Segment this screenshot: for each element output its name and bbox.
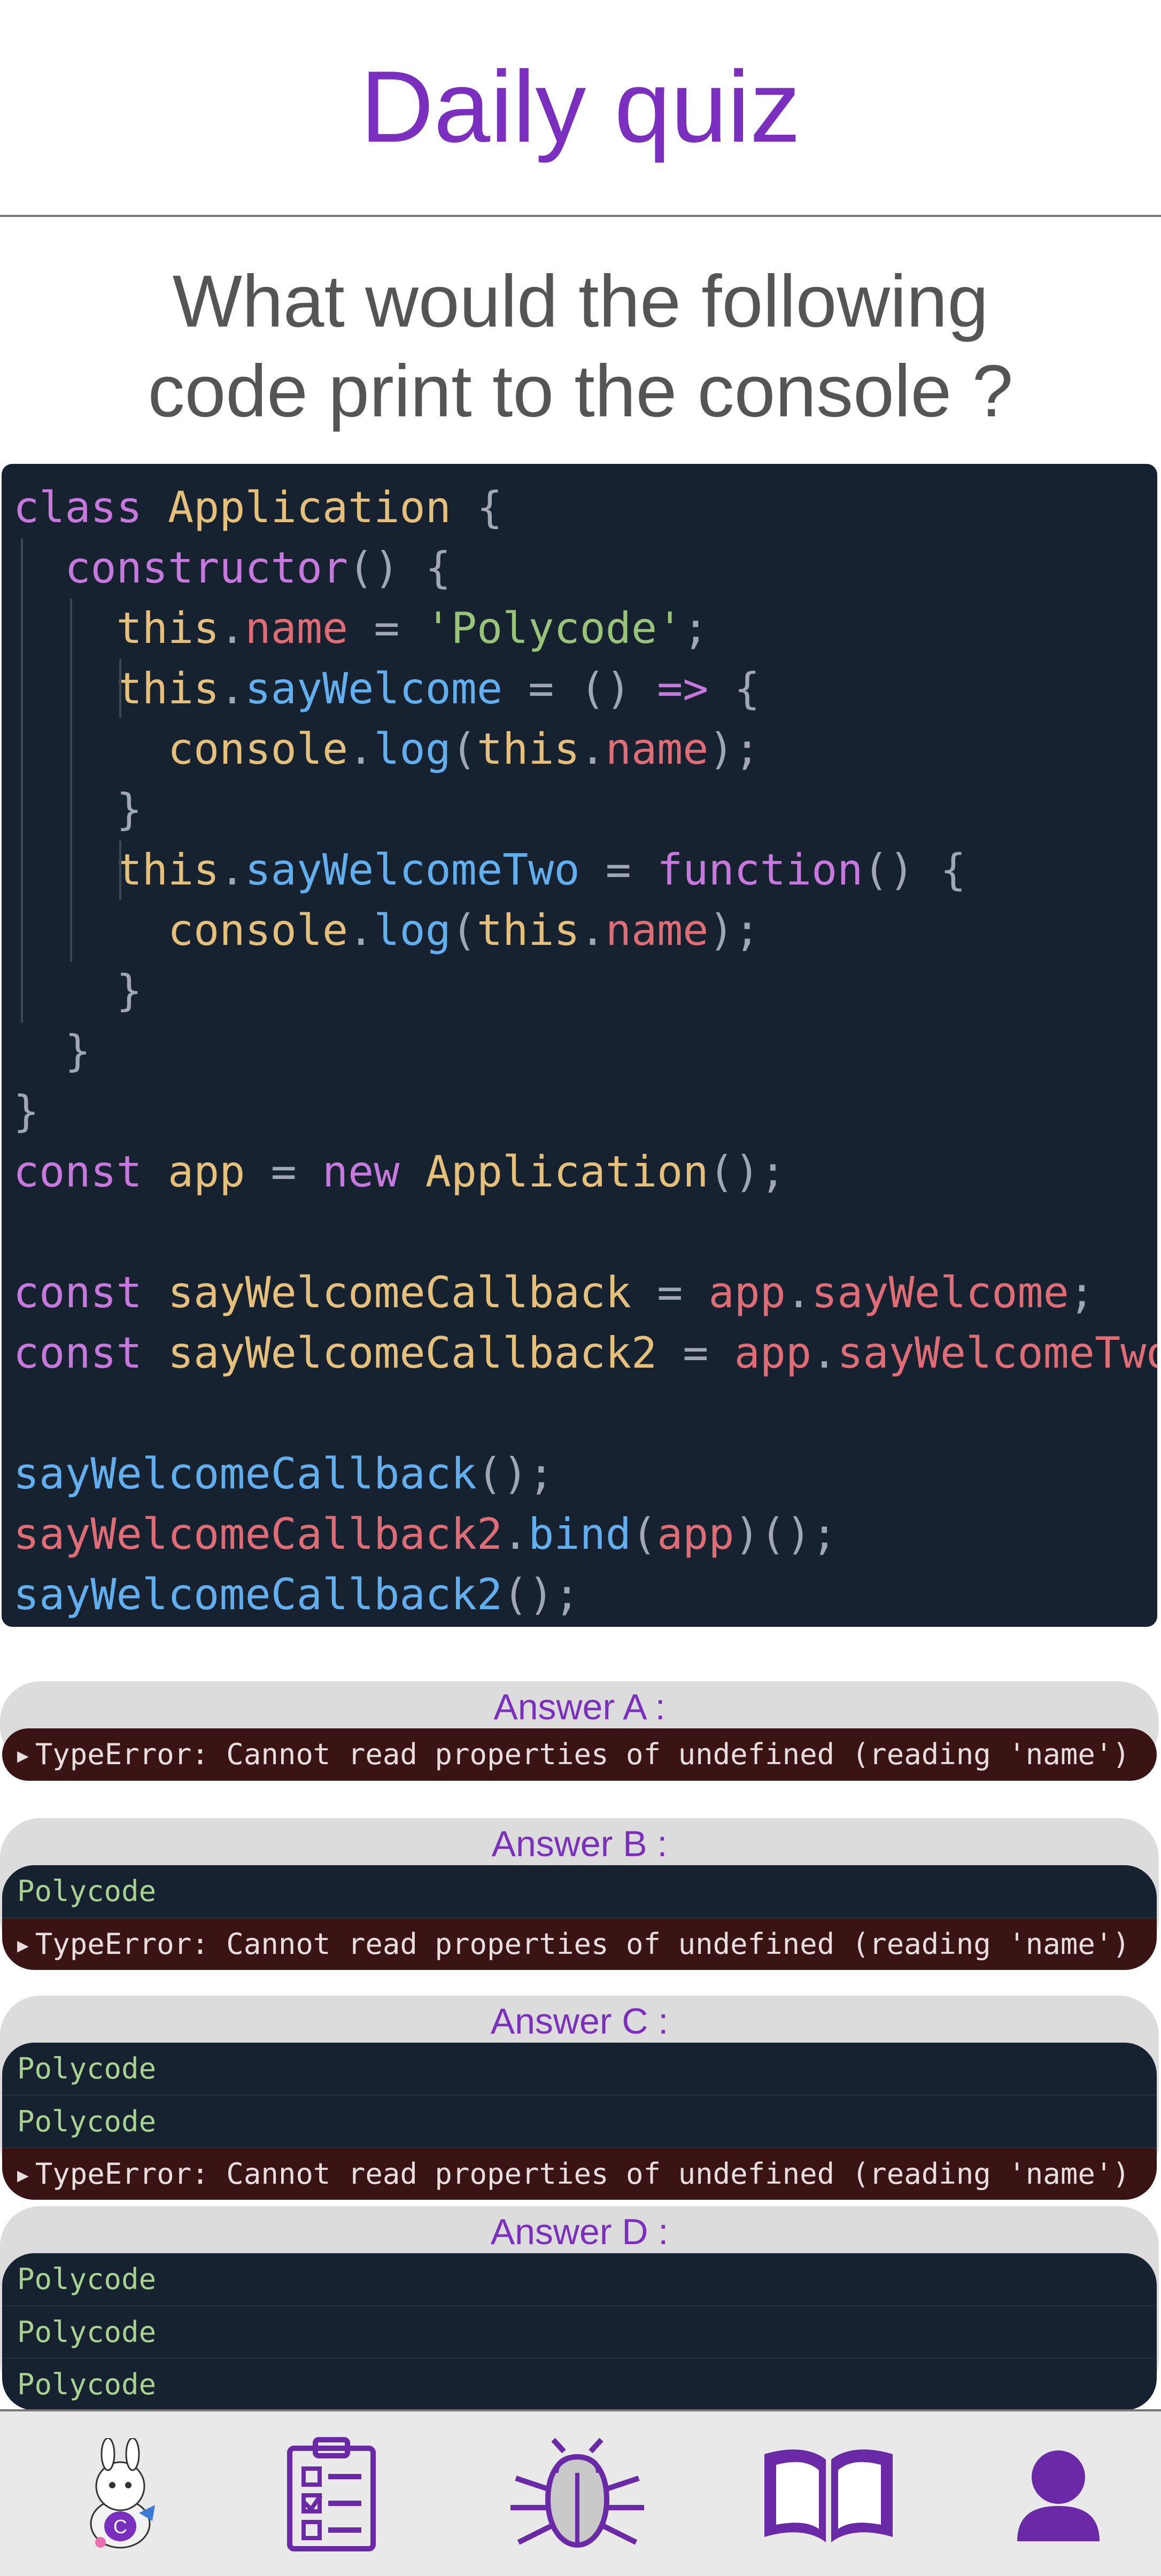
code-block: class Application { constructor() { this… [2,464,1157,1627]
book-icon[interactable] [754,2427,903,2561]
answer-a-option[interactable]: Answer A : ▶ TypeError: Cannot read prope… [0,1681,1159,1781]
bottom-nav: C [0,2409,1161,2576]
console-error-text: TypeError: Cannot read properties of und… [35,1927,1130,1961]
answer-b-console: Polycode ▶ TypeError: Cannot read propert… [2,1865,1157,1970]
console-error-row: ▶ TypeError: Cannot read properties of un… [2,2147,1157,2200]
indent-guide [119,841,121,899]
answer-a-label: Answer A : [493,1687,665,1727]
console-log-row: Polycode [2,2253,1157,2306]
console-error-row: ▶ TypeError: Cannot read properties of un… [2,1728,1157,1781]
answer-a-console: ▶ TypeError: Cannot read properties of un… [2,1728,1157,1781]
console-log-row: Polycode [2,2306,1157,2358]
bug-icon[interactable] [502,2427,652,2561]
profile-icon[interactable] [1005,2427,1112,2561]
checklist-icon[interactable] [278,2427,385,2561]
console-log-row: Polycode [2,2358,1157,2410]
indent-guide [21,539,23,1023]
mascot-icon[interactable]: C [64,2427,176,2561]
indent-guide [119,659,121,718]
indent-guide [70,599,72,962]
answer-c-option[interactable]: Answer C : Polycode Polycode ▶ TypeError:… [0,1996,1159,2200]
answer-d-console: Polycode Polycode Polycode [2,2253,1157,2410]
console-log-row: Polycode [2,1865,1157,1918]
header-divider [0,215,1161,217]
console-error-text: TypeError: Cannot read properties of und… [35,2157,1130,2191]
answer-d-label: Answer D : [490,2212,669,2252]
console-log-row: Polycode [2,2095,1157,2147]
question-line-1: What would the following [172,260,989,343]
answer-d-option[interactable]: Answer D : Polycode Polycode Polycode [0,2206,1159,2410]
expand-triangle-icon[interactable]: ▶ [17,2150,29,2200]
question-text: What would the following code print to t… [0,257,1161,436]
expand-triangle-icon[interactable]: ▶ [17,1920,29,1970]
console-error-text: TypeError: Cannot read properties of und… [35,1737,1130,1771]
console-error-row: ▶ TypeError: Cannot read properties of un… [2,1918,1157,1970]
answer-b-label: Answer B : [491,1824,668,1864]
expand-triangle-icon[interactable]: ▶ [17,1730,29,1781]
code-text: class Application { constructor() { this… [13,483,1157,1619]
answer-c-label: Answer C : [490,2001,669,2042]
answer-b-option[interactable]: Answer B : Polycode ▶ TypeError: Cannot r… [0,1818,1159,1970]
answer-c-console: Polycode Polycode ▶ TypeError: Cannot rea… [2,2043,1157,2200]
console-log-row: Polycode [2,2043,1157,2095]
svg-text:C: C [113,2516,127,2538]
question-line-2: code print to the console ? [148,350,1013,432]
page-title: Daily quiz [360,50,801,164]
